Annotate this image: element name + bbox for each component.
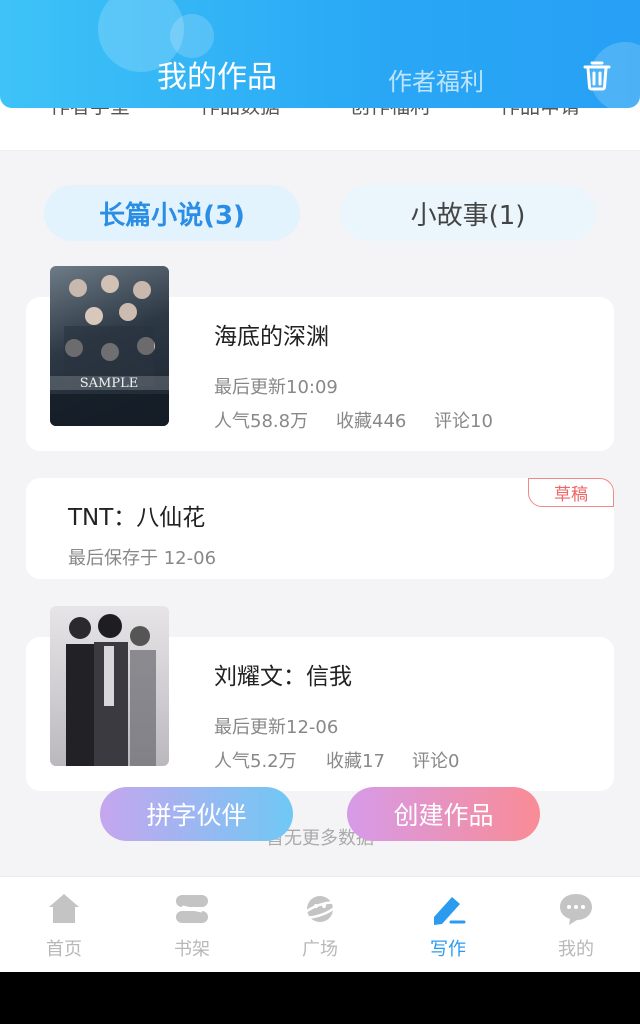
nav-label: 广场 xyxy=(302,939,338,960)
nav-label: 首页 xyxy=(46,939,82,960)
draft-card[interactable]: 草稿 TNT：八仙花 最后保存于 12-06 xyxy=(26,478,614,579)
cover-title-text: SAMPLE xyxy=(80,376,138,391)
tab-author-benefits[interactable]: 作者福利 xyxy=(388,62,484,97)
nav-label: 书架 xyxy=(174,939,210,960)
work-updated: 最后更新10:09 xyxy=(214,377,338,398)
work-comments: 评论10 xyxy=(434,411,493,432)
work-favorites: 收藏17 xyxy=(326,751,385,772)
book-cover-image[interactable] xyxy=(50,606,169,766)
divider xyxy=(0,150,640,151)
top-header: 我的作品 作者福利 xyxy=(0,0,640,108)
nav-item-mine[interactable]: 我的 xyxy=(512,877,640,972)
work-title: 刘耀文：信我 xyxy=(214,664,352,690)
work-saved: 最后保存于 12-06 xyxy=(68,548,217,569)
no-more-data-text: 暂无更多数据 xyxy=(266,828,374,849)
work-popularity: 人气58.8万 xyxy=(214,411,309,432)
cover-art: SAMPLE xyxy=(50,275,169,426)
cover-art xyxy=(66,614,156,766)
chat-bubble-icon xyxy=(560,894,592,925)
work-popularity: 人气5.2万 xyxy=(214,751,297,772)
nav-item-bookshelf[interactable]: 书架 xyxy=(128,877,256,972)
trash-button[interactable] xyxy=(578,56,616,94)
book-cover-image[interactable]: SAMPLE xyxy=(50,266,169,426)
work-favorites: 收藏446 xyxy=(336,411,407,432)
draft-badge: 草稿 xyxy=(528,478,614,507)
trash-icon xyxy=(583,61,611,91)
page-title[interactable]: 我的作品 xyxy=(157,52,277,96)
system-navigation-bar xyxy=(0,972,640,1024)
nav-label: 我的 xyxy=(558,939,594,960)
create-work-button[interactable]: 创建作品 xyxy=(347,787,540,841)
app-screen: 作者学堂 作品数据 创作福利 作品申请 我的作品 作者福利 长篇小说(3) 小故… xyxy=(0,0,640,972)
tab-short-stories[interactable]: 小故事(1) xyxy=(340,185,596,241)
square-planet-icon xyxy=(302,896,338,922)
work-updated: 最后更新12-06 xyxy=(214,717,339,738)
work-title: TNT：八仙花 xyxy=(68,505,206,531)
work-title: 海底的深渊 xyxy=(214,324,329,350)
nav-item-square[interactable]: 广场 xyxy=(256,877,384,972)
nav-label: 写作 xyxy=(430,939,466,960)
home-icon xyxy=(49,894,79,923)
writing-partner-button[interactable]: 拼字伙伴 xyxy=(100,787,293,841)
bottom-nav: 首页 书架 广场 写作 我的 xyxy=(0,876,640,972)
nav-item-home[interactable]: 首页 xyxy=(0,877,128,972)
nav-item-write[interactable]: 写作 xyxy=(384,877,512,972)
pen-icon xyxy=(434,897,466,925)
work-comments: 评论0 xyxy=(412,751,460,772)
bookshelf-icon xyxy=(176,895,208,923)
tab-novels[interactable]: 长篇小说(3) xyxy=(44,185,300,241)
